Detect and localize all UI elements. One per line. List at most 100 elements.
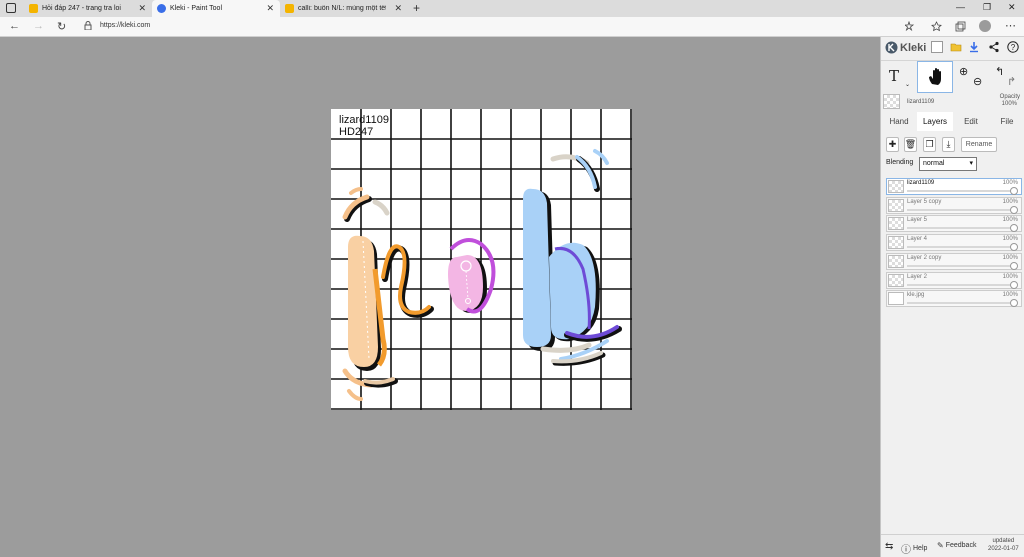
- tab-actions-icon[interactable]: [6, 3, 16, 13]
- zoom-out-icon[interactable]: ⊖: [973, 75, 982, 88]
- help-icon[interactable]: ?: [1007, 41, 1019, 53]
- browser-tab-hoidap[interactable]: Hỏi đáp 247 - trang tra loi ✕: [24, 0, 152, 17]
- undo-icon[interactable]: ↰: [995, 65, 1004, 78]
- tab-layers[interactable]: Layers: [917, 112, 953, 131]
- layer-opacity-slider[interactable]: [907, 190, 1015, 192]
- canvas-text-line2: HD247: [339, 126, 374, 138]
- zoom-in-icon[interactable]: ⊕: [959, 65, 968, 78]
- reload-icon[interactable]: ↻: [57, 20, 66, 33]
- layer-opacity-knob[interactable]: [1010, 187, 1018, 195]
- redo-icon[interactable]: ↱: [1007, 75, 1016, 88]
- tab-file[interactable]: File: [989, 112, 1024, 131]
- hand-tool-button[interactable]: [917, 61, 953, 93]
- forward-icon[interactable]: →: [33, 20, 44, 32]
- blending-select[interactable]: normal ▾: [919, 157, 977, 171]
- swap-side-icon[interactable]: ⇆: [885, 541, 893, 552]
- minimize-icon[interactable]: —: [956, 2, 965, 12]
- chevron-down-icon: ▾: [969, 160, 973, 167]
- layer-row[interactable]: lizard1109 100%: [886, 178, 1022, 195]
- layer-thumbnail: [888, 273, 904, 287]
- merge-layer-button[interactable]: ⤓: [942, 137, 955, 152]
- download-icon[interactable]: [968, 41, 980, 53]
- add-favorite-icon[interactable]: [905, 21, 916, 32]
- collections-icon[interactable]: [955, 21, 966, 32]
- layer-opacity-knob[interactable]: [1010, 261, 1018, 270]
- text-tool-icon[interactable]: T: [889, 67, 899, 85]
- profile-avatar[interactable]: [979, 20, 991, 32]
- layer-row[interactable]: Layer 4 100%: [886, 234, 1022, 252]
- layer-thumbnail: [888, 217, 904, 231]
- kleki-favicon-icon: [157, 4, 166, 13]
- rename-button[interactable]: Rename: [961, 137, 997, 152]
- feedback-button[interactable]: ✎ Feedback: [937, 541, 976, 550]
- merge-down-icon: ⤓: [946, 139, 951, 149]
- close-window-icon[interactable]: ✕: [1008, 2, 1016, 13]
- tab-title: Kleki - Paint Tool: [170, 5, 223, 12]
- layer-opacity: 100%: [1002, 217, 1018, 224]
- layer-name: Layer 2 copy: [907, 254, 942, 261]
- address-bar: ← → ↻ https://kleki.com ⋯: [0, 17, 1024, 37]
- layer-opacity-slider[interactable]: [907, 227, 1015, 230]
- updated-label: updated: [992, 538, 1015, 544]
- canvas-artwork: [331, 109, 632, 410]
- new-image-icon[interactable]: [931, 41, 943, 53]
- layer-opacity-knob[interactable]: [1010, 299, 1018, 308]
- layer-opacity-knob[interactable]: [1010, 280, 1018, 289]
- layer-opacity-slider[interactable]: [907, 208, 1015, 211]
- duplicate-layer-button[interactable]: ❐: [923, 137, 936, 152]
- url-text[interactable]: https://kleki.com: [100, 22, 150, 29]
- favorites-icon[interactable]: [931, 21, 942, 32]
- updated-info: updated 2022-01-07: [988, 537, 1019, 553]
- hoidap-favicon-icon: [29, 4, 38, 13]
- new-tab-icon[interactable]: +: [413, 1, 420, 15]
- drawing-canvas[interactable]: lizard1109 HD247: [331, 109, 632, 410]
- layer-opacity-slider[interactable]: [907, 302, 1015, 305]
- share-icon[interactable]: [988, 41, 1000, 53]
- panel-footer: ⇆ ⓘ Help ✎ Feedback updated 2022-01-07: [881, 534, 1024, 557]
- duplicate-icon: ❐: [925, 139, 934, 149]
- layer-opacity-knob[interactable]: [1010, 243, 1018, 252]
- logo-text: Kleki: [900, 41, 927, 54]
- layer-row[interactable]: Layer 2 100%: [886, 271, 1022, 289]
- browser-tab-kleki[interactable]: Kleki - Paint Tool ✕: [152, 0, 280, 17]
- layer-opacity: 100%: [1002, 273, 1018, 280]
- layer-row[interactable]: kle.jpg 100%: [886, 290, 1022, 308]
- canvas-text-line1: lizard1109: [339, 114, 389, 126]
- layer-opacity-knob[interactable]: [1010, 205, 1018, 214]
- layer-opacity-slider[interactable]: [907, 246, 1015, 249]
- help-circle-icon: ⓘ: [901, 545, 911, 556]
- close-tab-icon[interactable]: ✕: [266, 3, 274, 14]
- close-tab-icon[interactable]: ✕: [394, 3, 402, 14]
- more-menu-icon[interactable]: ⋯: [1005, 19, 1016, 32]
- chevron-down-icon[interactable]: ⌄: [905, 81, 910, 88]
- lock-icon[interactable]: [84, 21, 92, 30]
- close-tab-icon[interactable]: ✕: [138, 3, 146, 14]
- delete-layer-button[interactable]: 🗑: [904, 137, 917, 152]
- updated-date: 2022-01-07: [988, 546, 1019, 552]
- layer-opacity-knob[interactable]: [1010, 224, 1018, 233]
- tab-edit[interactable]: Edit: [953, 112, 989, 131]
- layer-opacity-slider[interactable]: [907, 264, 1015, 267]
- opacity-value: 100%: [1001, 101, 1017, 107]
- layer-opacity: 100%: [1002, 292, 1018, 299]
- layer-name: Layer 5: [907, 217, 928, 224]
- layer-row[interactable]: Layer 5 100%: [886, 215, 1022, 233]
- layer-thumbnail: [888, 180, 904, 193]
- layer-thumbnail: [888, 236, 904, 250]
- open-folder-icon[interactable]: [950, 41, 962, 53]
- layer-opacity-slider[interactable]: [907, 283, 1015, 286]
- tool-row: T ⌄ ⊕ ⊖ ↰ ↱: [881, 60, 1024, 93]
- plus-icon: ✚: [888, 139, 897, 149]
- add-layer-button[interactable]: ✚: [886, 137, 899, 152]
- opacity-label: Opacity: [999, 94, 1020, 100]
- help-button[interactable]: ⓘ Help: [901, 541, 927, 556]
- restore-icon[interactable]: ❐: [983, 2, 991, 13]
- back-icon[interactable]: ←: [9, 20, 20, 32]
- browser-tab-calli[interactable]: calli: buồn N/L: mùng một tết là ✕: [280, 0, 408, 17]
- layer-row[interactable]: Layer 2 copy 100%: [886, 252, 1022, 270]
- layer-row[interactable]: Layer 5 copy 100%: [886, 196, 1022, 214]
- tab-hand[interactable]: Hand: [881, 112, 917, 131]
- workspace[interactable]: lizard1109 HD247: [0, 37, 880, 557]
- layer-opacity: 100%: [1002, 254, 1018, 261]
- help-label: Help: [913, 545, 928, 552]
